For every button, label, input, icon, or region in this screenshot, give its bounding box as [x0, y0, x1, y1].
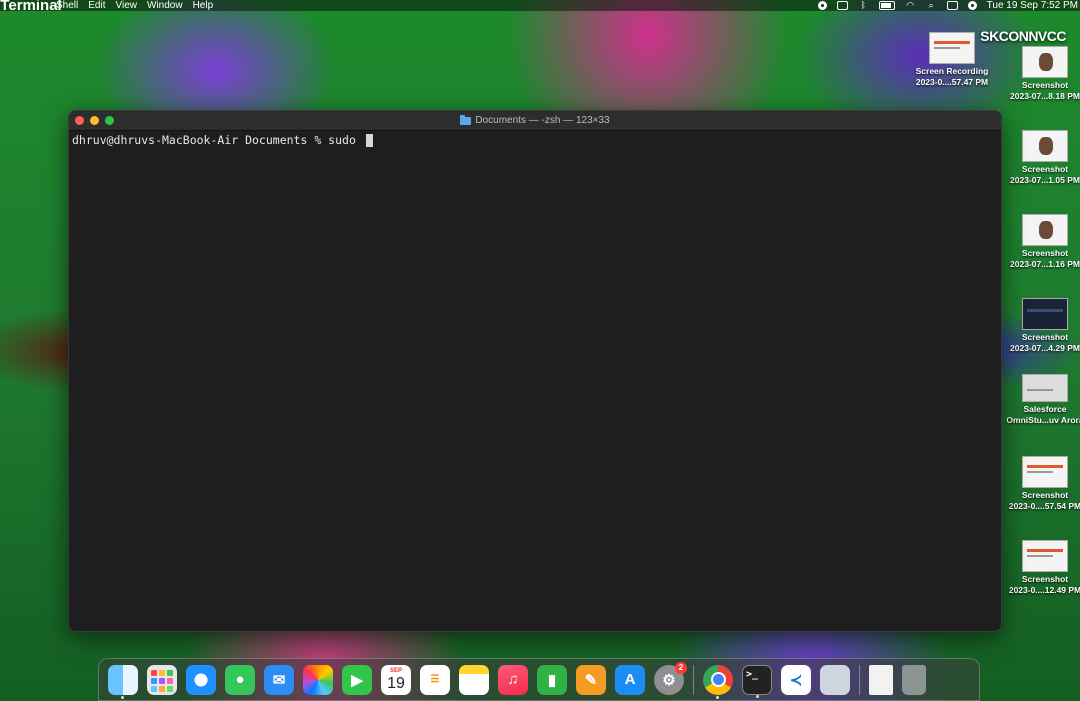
desktop-icon-sublabel: 2023-0....57.47 PM — [915, 77, 989, 87]
close-button[interactable] — [75, 116, 84, 125]
bluetooth-icon[interactable]: ᛒ — [858, 1, 869, 10]
text-cursor — [365, 133, 373, 147]
desktop-icon-sublabel: OmniStu...uv Arora — [1006, 415, 1080, 425]
notes-icon[interactable] — [459, 664, 489, 695]
desktop-icon-label: Screenshot — [1021, 164, 1069, 174]
trash-icon[interactable] — [902, 664, 926, 695]
desktop-icon-label: Screen Recording — [915, 66, 989, 76]
calendar-day: 19 — [387, 674, 405, 692]
reminders-icon[interactable]: ☰ — [420, 664, 450, 695]
menu-clock[interactable]: Tue 19 Sep 7:52 PM — [987, 0, 1078, 11]
photos-icon[interactable] — [303, 664, 333, 695]
vscode-icon[interactable]: ≺ — [781, 664, 811, 695]
control-center-icon[interactable] — [946, 1, 958, 10]
terminal-icon[interactable]: >_ — [742, 664, 772, 698]
menu-app-name[interactable]: Terminal — [0, 0, 61, 21]
zoom-button[interactable] — [105, 116, 114, 125]
mail-icon[interactable]: ✉ — [264, 664, 294, 695]
desktop-icon-sublabel: 2023-0....57.54 PM — [1008, 501, 1080, 511]
settings-icon[interactable]: ⚙ 2 — [654, 661, 687, 695]
status-area: ᛒ ◠ ⌕ Tue 19 Sep 7:52 PM — [817, 0, 1080, 11]
status-menu-icon[interactable] — [836, 1, 848, 10]
dock-divider — [693, 664, 694, 695]
safari-icon[interactable] — [186, 664, 216, 695]
desktop-icon-screenshot[interactable]: Screenshot 2023-07...8.18 PM — [1003, 46, 1080, 102]
finder-icon[interactable] — [108, 664, 138, 699]
folder-icon — [460, 114, 472, 125]
battery-icon[interactable] — [878, 1, 895, 10]
desktop-icon-screenshot[interactable]: Screenshot 2023-0....57.54 PM — [1003, 456, 1080, 512]
file-thumbnail-icon — [1022, 214, 1068, 246]
calendar-icon[interactable]: SEP 19 — [381, 664, 411, 695]
terminal-titlebar[interactable]: Documents — -zsh — 123×33 — [69, 111, 1001, 131]
window-controls — [75, 116, 114, 125]
dock: ● ✉ ▶ SEP 19 ☰ ♫ ▮ ✎ A ⚙ 2 >_ ≺ — [98, 658, 980, 701]
dock-divider — [859, 664, 860, 695]
desktop-icon-screenshot[interactable]: Screenshot 2023-07...1.16 PM — [1003, 214, 1080, 270]
chrome-icon[interactable] — [703, 664, 733, 699]
desktop-icon-label: Salesforce — [1023, 404, 1067, 414]
menu-window[interactable]: Window — [147, 0, 193, 11]
running-indicator — [716, 695, 719, 699]
desktop-icon-screenshot[interactable]: Screenshot 2023-07...1.05 PM — [1003, 130, 1080, 186]
desktop-icon-salesforce[interactable]: Salesforce OmniStu...uv Arora — [1003, 374, 1080, 426]
desktop-icon-label: Screenshot — [1021, 248, 1069, 258]
file-thumbnail-icon — [1022, 130, 1068, 162]
menu-view[interactable]: View — [115, 0, 147, 11]
menu-help[interactable]: Help — [193, 0, 224, 11]
desktop-icon-label: Screenshot — [1021, 574, 1069, 584]
document-icon[interactable] — [869, 664, 893, 695]
siri-icon[interactable] — [967, 1, 977, 10]
desktop-icon-sublabel: 2023-07...8.18 PM — [1010, 91, 1080, 101]
window-title: Documents — -zsh — 123×33 — [460, 114, 610, 126]
file-thumbnail-icon — [929, 32, 975, 64]
desktop-icon-screenshot[interactable]: Screenshot 2023-0....12.49 PM — [1003, 540, 1080, 596]
wifi-icon[interactable]: ◠ — [905, 1, 916, 10]
desktop-icon-sublabel: 2023-07...1.05 PM — [1010, 175, 1080, 185]
messages-icon[interactable]: ● — [225, 664, 255, 695]
file-thumbnail-icon — [1022, 46, 1068, 78]
menu-bar: Terminal Shell Edit View Window Help ᛒ ◠… — [0, 0, 1080, 13]
minimize-button[interactable] — [90, 116, 99, 125]
desktop-icon-sublabel: 2023-07...1.16 PM — [1010, 259, 1080, 269]
desktop-icon-label: Screenshot — [1021, 80, 1069, 90]
menu-edit[interactable]: Edit — [88, 0, 115, 11]
music-icon[interactable]: ♫ — [498, 664, 528, 695]
launchpad-icon[interactable] — [147, 664, 177, 695]
command-line[interactable]: dhruv@dhruvs-MacBook-Air Documents % sud… — [72, 133, 998, 147]
numbers-icon[interactable]: ▮ — [537, 664, 567, 695]
shell-prompt: dhruv@dhruvs-MacBook-Air Documents % sud… — [72, 133, 363, 147]
window-title-text: Documents — -zsh — 123×33 — [475, 115, 610, 126]
preview-icon[interactable] — [820, 664, 850, 695]
spotlight-search-icon[interactable]: ⌕ — [926, 1, 937, 10]
desktop-icon-label: Screenshot — [1021, 332, 1069, 342]
desktop-icon-label: Screenshot — [1021, 490, 1069, 500]
file-thumbnail-icon — [1022, 540, 1068, 572]
file-thumbnail-icon — [1022, 456, 1068, 488]
app-store-icon[interactable]: A — [615, 664, 645, 695]
terminal-content[interactable]: dhruv@dhruvs-MacBook-Air Documents % sud… — [69, 131, 1001, 149]
pages-icon[interactable]: ✎ — [576, 664, 606, 695]
facetime-icon[interactable]: ▶ — [342, 664, 372, 695]
desktop-icon-screenshot[interactable]: Screenshot 2023-07...4.29 PM — [1003, 298, 1080, 354]
desktop-icon-sublabel: 2023-0....12.49 PM — [1008, 585, 1080, 595]
screen-recording-icon[interactable] — [817, 1, 827, 10]
running-indicator — [756, 694, 759, 698]
calendar-month: SEP — [389, 667, 402, 674]
terminal-icon-glyph: >_ — [746, 668, 759, 680]
file-thumbnail-icon — [1022, 374, 1068, 402]
desktop-icon-screen-recording[interactable]: Screen Recording 2023-0....57.47 PM — [910, 32, 994, 88]
file-thumbnail-icon — [1022, 298, 1068, 330]
terminal-window[interactable]: Documents — -zsh — 123×33 dhruv@dhruvs-M… — [68, 110, 1002, 632]
notification-badge: 2 — [675, 661, 687, 674]
desktop-icon-sublabel: 2023-07...4.29 PM — [1010, 343, 1080, 353]
running-indicator — [121, 695, 124, 699]
